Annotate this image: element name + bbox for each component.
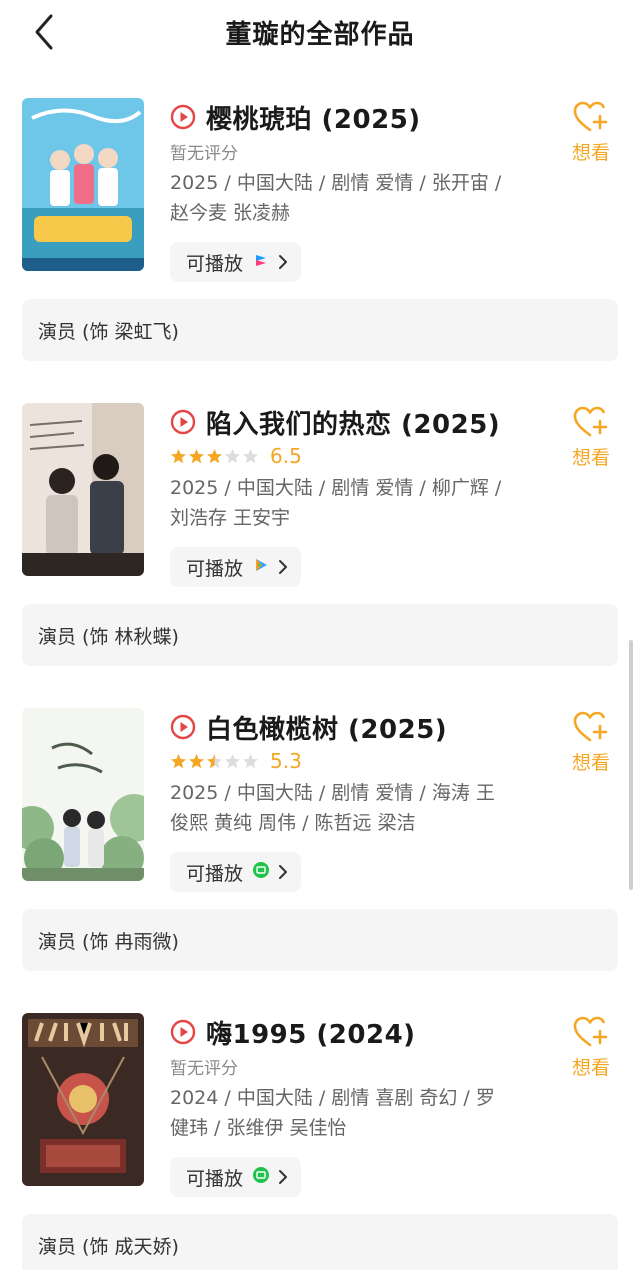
work-meta: 2025 / 中国大陆 / 剧情 爱情 / 海涛 王俊熙 黄纯 周伟 / 陈哲远… (170, 782, 495, 834)
star-full-icon (207, 448, 222, 463)
star-full-icon (189, 753, 204, 768)
page: 董璇的全部作品 樱桃琥珀 (2025) 暂无评分 2025 / 中国大陆 / 剧… (0, 0, 640, 1270)
star-full-icon (171, 448, 186, 463)
title-row[interactable]: 白色橄榄树 (2025) (170, 708, 447, 746)
role-text: 演员 (饰 冉雨微) (38, 931, 179, 953)
playable-button[interactable]: 可播放 (170, 242, 302, 282)
page-title: 董璇的全部作品 (225, 20, 415, 50)
want-to-watch-button[interactable]: 想看 (566, 405, 616, 470)
star-full-icon (171, 753, 186, 768)
chevron-right-icon (279, 560, 288, 574)
heart-plus-icon (573, 1016, 608, 1047)
work-meta: 2025 / 中国大陆 / 剧情 爱情 / 柳广辉 / 刘浩存 王安宇 (170, 477, 502, 529)
work-title: 陷入我们的热恋 (2025) (206, 409, 501, 440)
no-rating-text: 暂无评分 (170, 1058, 238, 1079)
role-text: 演员 (饰 梁虹飞) (38, 321, 179, 343)
want-to-watch-label: 想看 (571, 142, 610, 164)
playable-button[interactable]: 可播放 (170, 852, 302, 892)
poster-image[interactable] (22, 403, 144, 576)
chevron-right-icon (279, 1170, 288, 1184)
play-circle-icon (170, 104, 196, 130)
work-title: 白色橄榄树 (2025) (206, 714, 448, 745)
playable-button[interactable]: 可播放 (170, 547, 302, 587)
rating-row: 暂无评分 (170, 1053, 238, 1079)
playable-label: 可播放 (186, 252, 244, 275)
work-item[interactable]: 嗨1995 (2024) 暂无评分 2024 / 中国大陆 / 剧情 喜剧 奇幻… (0, 1011, 640, 1270)
work-meta: 2024 / 中国大陆 / 剧情 喜剧 奇幻 / 罗健玮 / 张维伊 吴佳怡 (170, 1087, 495, 1139)
iqiyi-icon (253, 1167, 277, 1187)
heart-plus-icon (573, 711, 608, 742)
works-list: 樱桃琥珀 (2025) 暂无评分 2025 / 中国大陆 / 剧情 爱情 / 张… (0, 96, 640, 1270)
playable-label: 可播放 (186, 557, 244, 580)
work-title: 嗨1995 (2024) (206, 1019, 416, 1050)
score: 5.3 (270, 749, 302, 773)
rating-row: 暂无评分 (170, 138, 238, 164)
star-half-icon (207, 753, 222, 768)
want-to-watch-button[interactable]: 想看 (566, 1015, 616, 1080)
play-circle-icon (170, 409, 196, 435)
youku-icon (253, 252, 277, 272)
want-to-watch-label: 想看 (571, 752, 610, 774)
work-item[interactable]: 樱桃琥珀 (2025) 暂无评分 2025 / 中国大陆 / 剧情 爱情 / 张… (0, 96, 640, 401)
role-box[interactable]: 演员 (饰 林秋蝶) (22, 604, 618, 666)
poster-image[interactable] (22, 98, 144, 271)
heart-plus-icon (573, 406, 608, 437)
work-item[interactable]: 白色橄榄树 (2025) 5.3 2025 / 中国大陆 / 剧情 爱情 / 海… (0, 706, 640, 1011)
star-empty-icon (243, 448, 258, 463)
score: 6.5 (270, 444, 302, 468)
poster-image[interactable] (22, 708, 144, 881)
play-circle-icon (170, 714, 196, 740)
play-circle-icon (170, 1019, 196, 1045)
no-rating-text: 暂无评分 (170, 143, 238, 164)
playable-label: 可播放 (186, 1167, 244, 1190)
header: 董璇的全部作品 (0, 0, 640, 64)
title-row[interactable]: 樱桃琥珀 (2025) (170, 98, 421, 136)
role-box[interactable]: 演员 (饰 冉雨微) (22, 909, 618, 971)
role-text: 演员 (饰 成天娇) (38, 1236, 179, 1258)
want-to-watch-label: 想看 (571, 447, 610, 469)
role-text: 演员 (饰 林秋蝶) (38, 626, 179, 648)
star-rating (170, 753, 260, 770)
star-empty-icon (225, 448, 240, 463)
playable-button[interactable]: 可播放 (170, 1157, 302, 1197)
chevron-right-icon (279, 865, 288, 879)
scrollbar[interactable] (629, 640, 633, 890)
playable-label: 可播放 (186, 862, 244, 885)
star-empty-icon (243, 753, 258, 768)
role-box[interactable]: 演员 (饰 成天娇) (22, 1214, 618, 1270)
work-item[interactable]: 陷入我们的热恋 (2025) 6.5 2025 / 中国大陆 / 剧情 爱情 /… (0, 401, 640, 706)
title-row[interactable]: 嗨1995 (2024) (170, 1013, 416, 1051)
title-row[interactable]: 陷入我们的热恋 (2025) (170, 403, 500, 441)
rating-row: 5.3 (170, 748, 302, 774)
tencent-video-icon (253, 557, 277, 577)
star-rating (170, 448, 260, 465)
role-box[interactable]: 演员 (饰 梁虹飞) (22, 299, 618, 361)
want-to-watch-button[interactable]: 想看 (566, 710, 616, 775)
work-meta: 2025 / 中国大陆 / 剧情 爱情 / 张开宙 / 赵今麦 张凌赫 (170, 172, 502, 224)
star-full-icon (189, 448, 204, 463)
poster-image[interactable] (22, 1013, 144, 1186)
star-empty-icon (225, 753, 240, 768)
heart-plus-icon (573, 101, 608, 132)
want-to-watch-button[interactable]: 想看 (566, 100, 616, 165)
rating-row: 6.5 (170, 443, 302, 469)
want-to-watch-label: 想看 (571, 1057, 610, 1079)
iqiyi-icon (253, 862, 277, 882)
work-title: 樱桃琥珀 (2025) (206, 104, 421, 135)
chevron-right-icon (279, 255, 288, 269)
